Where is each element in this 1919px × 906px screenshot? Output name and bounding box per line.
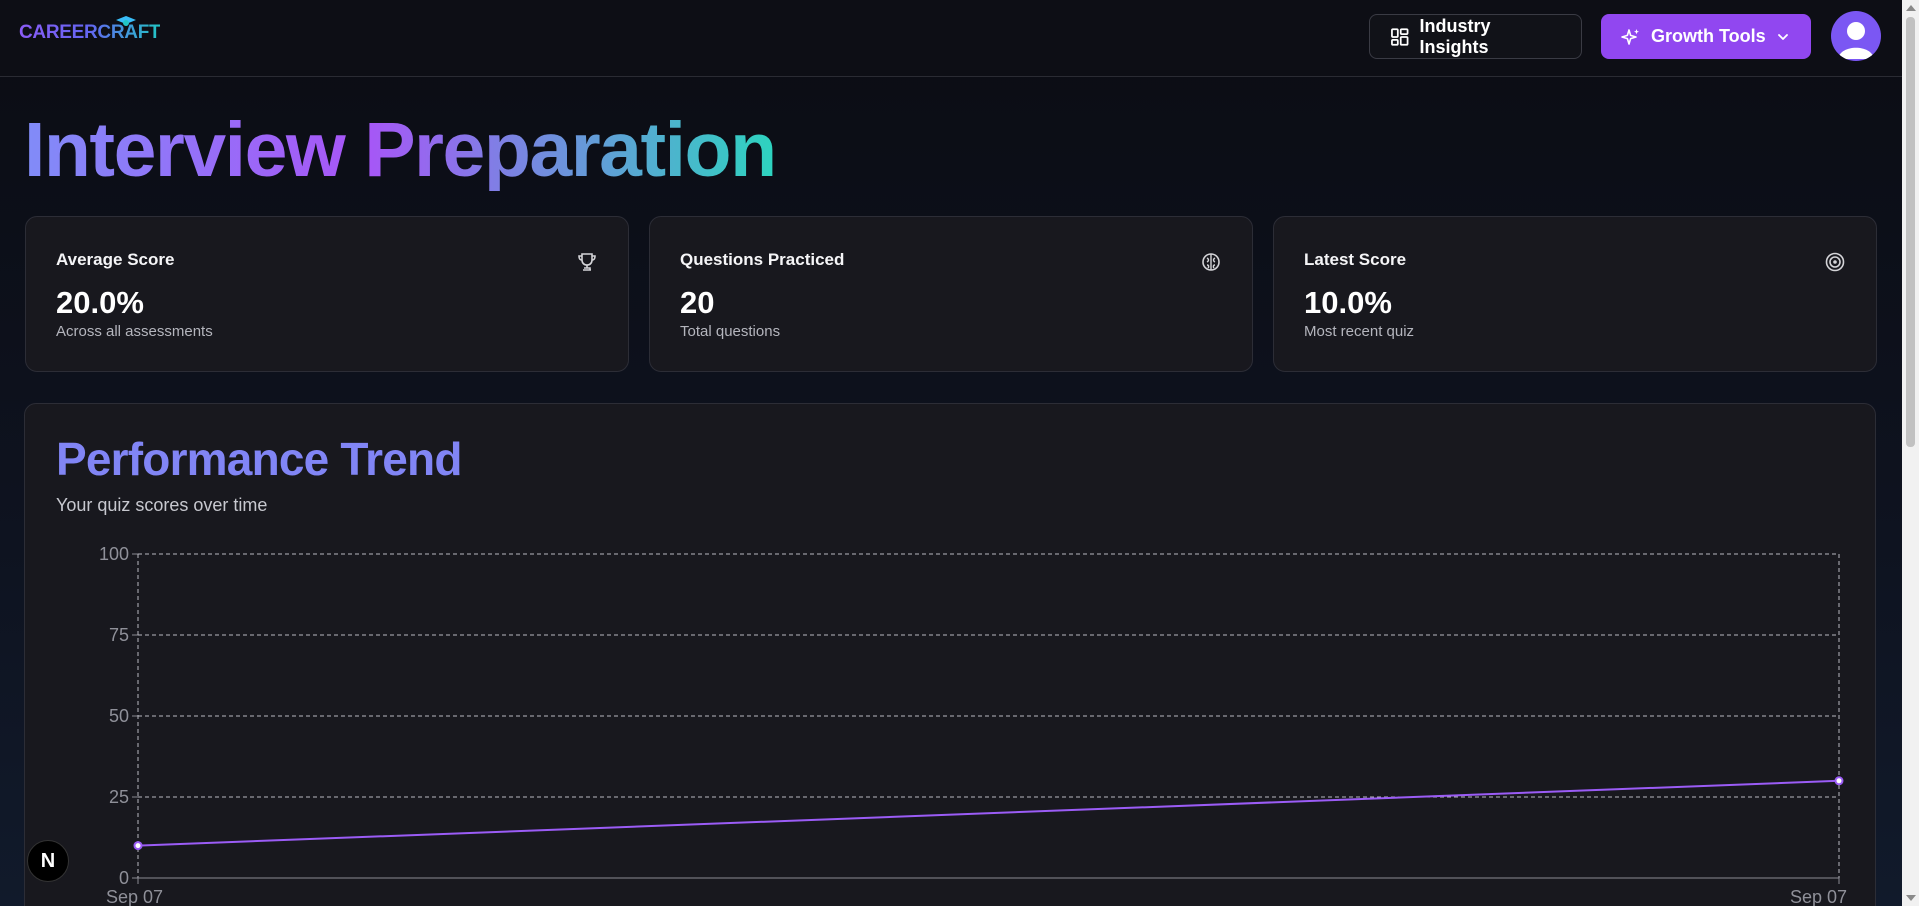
growth-tools-button[interactable]: Growth Tools — [1601, 14, 1811, 59]
data-point — [133, 841, 143, 851]
user-avatar[interactable] — [1831, 11, 1881, 61]
y-tick-label: 0 — [119, 868, 129, 888]
performance-trend-card: Performance Trend Your quiz scores over … — [24, 403, 1876, 906]
stat-card-latest-score: Latest Score 10.0% Most recent quiz — [1273, 216, 1877, 372]
x-tick-label: Sep 07 — [1790, 887, 1847, 906]
series-line — [137, 779, 1840, 847]
stat-label: Latest Score — [1304, 250, 1407, 269]
scrollbar-thumb[interactable] — [1906, 17, 1915, 447]
scroll-down-arrow-icon[interactable] — [1906, 895, 1916, 901]
brain-icon — [1202, 253, 1220, 271]
stat-subtext: Total questions — [680, 323, 781, 340]
scroll-up-arrow-icon[interactable] — [1906, 5, 1916, 11]
y-tick-label: 100 — [99, 544, 129, 564]
logo-text: CAREERCRAFT — [19, 22, 161, 43]
nextjs-badge-letter: N — [40, 849, 56, 872]
stat-value: 10.0% — [1304, 285, 1392, 320]
page-title: Interview Preparation — [24, 110, 776, 191]
y-tick-label: 25 — [109, 787, 129, 807]
target-icon — [1825, 252, 1845, 272]
nextjs-dev-badge[interactable]: N — [27, 840, 69, 882]
sparkles-icon — [1621, 28, 1639, 45]
stat-subtext: Across all assessments — [56, 323, 213, 340]
page-title-part2: Preparation — [364, 107, 776, 193]
y-tick-label: 75 — [109, 625, 129, 645]
page-title-part1: Interview — [24, 107, 345, 193]
x-tick-label: Sep 07 — [106, 887, 163, 906]
data-point — [1834, 776, 1844, 786]
vertical-scrollbar[interactable] — [1902, 0, 1919, 906]
performance-line-chart: 0 25 50 75 100 Sep 07 Sep 07 — [99, 544, 1847, 906]
stat-card-questions-practiced: Questions Practiced 20 Total questions — [649, 216, 1253, 372]
stat-card-average-score: Average Score 20.0% Across all assessmen… — [25, 216, 629, 372]
trophy-icon — [578, 253, 596, 271]
top-navbar: CAREERCRAFT Industry Insights Growth Too… — [0, 0, 1902, 77]
y-tick-label: 50 — [109, 706, 129, 726]
stat-label: Questions Practiced — [680, 250, 845, 269]
industry-insights-button[interactable]: Industry Insights — [1369, 14, 1582, 59]
stat-subtext: Most recent quiz — [1304, 323, 1415, 340]
stat-label: Average Score — [56, 250, 175, 269]
stat-value: 20 — [680, 285, 715, 320]
careercraft-logo[interactable]: CAREERCRAFT — [19, 12, 161, 52]
stat-value: 20.0% — [56, 285, 144, 320]
chevron-down-icon — [1777, 33, 1788, 40]
dashboard-icon — [1391, 27, 1409, 46]
logo-graduate-icon — [116, 16, 136, 26]
user-icon — [1838, 22, 1874, 59]
growth-tools-label: Growth Tools — [1651, 26, 1766, 46]
industry-insights-label: Industry Insights — [1419, 15, 1491, 57]
